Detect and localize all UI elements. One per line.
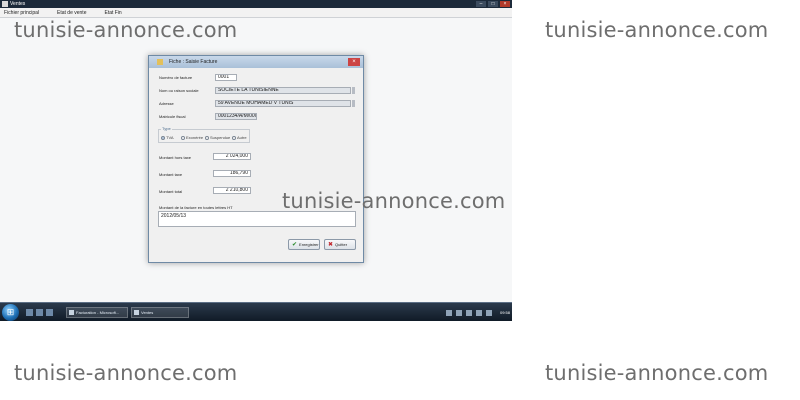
amount-ht-field[interactable]: 2 024,000 — [213, 153, 251, 160]
amount-ht-label: Montant hors taxe — [159, 155, 192, 160]
start-button[interactable]: ⊞ — [2, 304, 19, 321]
tax-id-label: Matricule fiscal — [159, 114, 186, 119]
amount-total-label: Montant total — [159, 189, 183, 194]
amount-tax-field[interactable]: 186,790 — [213, 170, 251, 177]
invoice-number-label: Numéro de facture — [159, 75, 193, 80]
amount-words-label: Montant de la facture en toutes lettres … — [159, 205, 233, 210]
amount-total-field[interactable]: 2 210,800 — [213, 187, 251, 194]
app-title: Ventes — [10, 1, 26, 7]
taskbar-clock[interactable]: 09:58 — [500, 310, 510, 315]
radio-autre[interactable]: Autre — [232, 135, 247, 140]
update-icon[interactable] — [485, 309, 492, 316]
watermark-bottom-right: tunisie-annonce.com — [545, 361, 769, 385]
watermark-center: tunisie-annonce.com — [282, 189, 506, 213]
system-tray: 09:58 — [445, 307, 510, 318]
radio-exoneree-label: Exonérée — [186, 135, 204, 140]
company-name-field[interactable]: SOCIETE LA TUNISIENNE — [215, 87, 351, 94]
radio-exoneree[interactable]: Exonérée — [181, 135, 203, 140]
taskbar-item-label: Ventes — [141, 310, 154, 315]
window-icon — [69, 310, 74, 315]
language-icon[interactable] — [465, 309, 472, 316]
app-icon — [2, 1, 8, 7]
menu-item-etat-vente[interactable]: Etat de vente — [57, 8, 86, 17]
taskbar-item-ventes[interactable]: Ventes — [131, 307, 189, 318]
menu-item-etat-fin[interactable]: Etat Fin — [104, 8, 121, 17]
save-button-label: Enregistrer — [299, 242, 319, 247]
address-field[interactable]: 59 AVENUE MOHAMED V TUNIS — [215, 100, 351, 107]
invoice-dialog: Fiche : Saisie Facture × Numéro de factu… — [148, 55, 364, 263]
dialog-title: Fiche : Saisie Facture — [169, 59, 218, 65]
amount-words-memo[interactable]: 2012/05/13 — [158, 211, 356, 227]
network-icon[interactable] — [445, 309, 452, 316]
quit-button[interactable]: ✖ Quitter — [324, 239, 356, 250]
save-button[interactable]: ✔ Enregistrer — [288, 239, 320, 250]
amount-tax-label: Montant taxe — [159, 172, 183, 177]
type-group-title: Type — [161, 126, 172, 131]
radio-autre-label: Autre — [237, 135, 247, 140]
document-icon — [157, 59, 163, 65]
maximize-button[interactable]: □ — [488, 1, 498, 7]
quicklaunch-browser-icon[interactable] — [36, 309, 43, 316]
menu-item-fichier[interactable]: Fichier principal — [4, 8, 39, 17]
radio-tva-label: TVA — [166, 135, 174, 140]
cross-icon: ✖ — [328, 241, 334, 248]
minimize-button[interactable]: – — [476, 1, 486, 7]
watermark-bottom-left: tunisie-annonce.com — [14, 361, 238, 385]
radio-suspendue-label: Suspendue — [210, 135, 231, 140]
dialog-close-button[interactable]: × — [348, 58, 360, 66]
menu-bar: Fichier principal Etat de vente Etat Fin — [0, 8, 512, 18]
radio-suspendue[interactable]: Suspendue — [205, 135, 230, 140]
quicklaunch-desktop-icon[interactable] — [26, 309, 33, 316]
quicklaunch-folder-icon[interactable] — [46, 309, 53, 316]
volume-icon[interactable] — [455, 309, 462, 316]
invoice-number-field[interactable]: 0001 — [215, 74, 237, 81]
security-icon[interactable] — [475, 309, 482, 316]
company-name-label: Nom ou raison sociale — [159, 88, 199, 93]
desktop-screenshot: Ventes – □ × Fichier principal Etat de v… — [0, 0, 512, 321]
watermark-top-right: tunisie-annonce.com — [545, 18, 769, 42]
taskbar-item-facturation[interactable]: Facturation - Microsoft... — [66, 307, 128, 318]
checkmark-icon: ✔ — [292, 241, 298, 248]
window-icon — [134, 310, 139, 315]
dialog-title-bar: Fiche : Saisie Facture × — [149, 56, 363, 68]
company-dropdown-icon[interactable] — [352, 87, 355, 94]
address-label: Adresse — [159, 101, 174, 106]
type-groupbox: Type TVA Exonérée Suspendue Autre — [158, 126, 250, 143]
address-dropdown-icon[interactable] — [352, 100, 355, 107]
radio-dot-icon — [181, 135, 185, 140]
taskbar: ⊞ Facturation - Microsoft... Ventes 09:5… — [0, 302, 512, 321]
radio-tva[interactable]: TVA — [161, 135, 173, 140]
watermark-top-left: tunisie-annonce.com — [14, 18, 238, 42]
radio-dot-icon — [232, 135, 236, 140]
taskbar-item-label: Facturation - Microsoft... — [76, 310, 120, 315]
close-button[interactable]: × — [500, 1, 510, 7]
radio-dot-icon — [205, 135, 209, 140]
app-title-bar: Ventes – □ × — [0, 0, 512, 8]
tax-id-field[interactable]: 0001234/A/M/000 — [215, 113, 257, 120]
quit-button-label: Quitter — [335, 242, 348, 247]
radio-dot-icon — [161, 135, 165, 140]
